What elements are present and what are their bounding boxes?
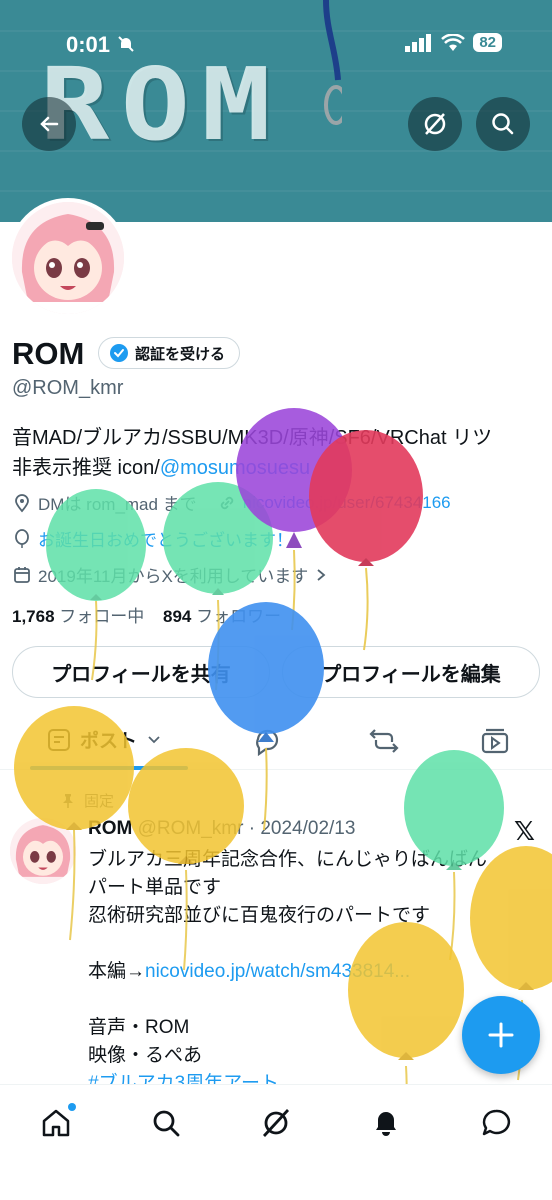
post-author-name[interactable]: ROM (88, 818, 132, 839)
bio-line-2: 非表示推奨 icon/ (12, 457, 160, 479)
birthday-text[interactable]: お誕生日おめでとうございます！ (38, 526, 293, 551)
back-arrow-icon (40, 116, 59, 132)
post-video-link[interactable]: nicovideo.jp/watch/sm433814... (145, 961, 410, 982)
post-line-1: ブルアカ三周年記念合作、にんじゃりばんばん (88, 849, 488, 870)
search-icon (492, 113, 514, 135)
battery-indicator: 82 (473, 33, 502, 52)
tab-active-indicator (30, 766, 188, 770)
meta-row-birthday: お誕生日おめでとうございます！ (12, 526, 293, 551)
pinned-label: 固定 (60, 790, 114, 811)
home-icon (42, 1109, 70, 1137)
followers-link[interactable]: 894 フォロワー (163, 607, 281, 626)
signal-icon (405, 33, 432, 52)
messages-icon (482, 1109, 511, 1136)
home-notification-dot (68, 1103, 76, 1111)
following-label: フォロー中 (59, 607, 145, 626)
status-indicators: 82 (405, 33, 502, 52)
tab-reposts[interactable] (368, 726, 400, 756)
post-handle-date: @ROM_kmr · 2024/02/13 (137, 818, 356, 839)
post-avatar[interactable] (10, 818, 76, 884)
search-button[interactable] (476, 97, 530, 151)
status-bar: 0:01 82 (0, 0, 552, 90)
get-verified-label: 認証を受ける (135, 345, 226, 363)
grok-icon (262, 1109, 290, 1137)
status-time: 0:01 (66, 32, 111, 57)
compose-post-button[interactable] (462, 996, 540, 1074)
following-count: 1,768 (12, 607, 55, 626)
nav-messages[interactable] (476, 1103, 516, 1143)
grok-icon (424, 113, 446, 135)
meta-row-joined[interactable]: 2019年11月からXを利用しています (12, 562, 328, 587)
location-icon (15, 493, 29, 512)
wifi-icon (441, 33, 466, 51)
location-text: DMは rom_mad まで (38, 495, 197, 514)
bell-muted-icon (118, 36, 134, 52)
back-button[interactable] (22, 97, 76, 151)
search-icon (153, 1110, 180, 1137)
repost-icon (369, 729, 399, 753)
profile-handle: @ROM_kmr (12, 377, 124, 399)
tab-posts[interactable]: ポスト (46, 726, 163, 753)
bio-mention-link[interactable]: @mosumosuesu (160, 457, 310, 479)
post-header: ROM @ROM_kmr · 2024/02/13 (88, 818, 355, 840)
pin-icon (63, 793, 73, 808)
grok-button[interactable] (408, 97, 462, 151)
joined-text: 2019年11月からXを利用しています (38, 567, 309, 586)
tab-posts-label: ポスト (80, 731, 138, 752)
bell-icon (376, 1112, 396, 1136)
plus-icon (488, 1022, 514, 1048)
profile-tabs: ポスト (0, 712, 552, 770)
posts-icon (48, 728, 70, 751)
x-logo-icon: 𝕏 (514, 816, 535, 846)
tab-replies[interactable] (252, 726, 282, 756)
calendar-icon (14, 566, 30, 583)
post-line-3: 忍術研究部並びに百鬼夜行のパートです (88, 905, 431, 926)
chevron-right-icon (317, 568, 326, 581)
nav-notifications[interactable] (366, 1103, 406, 1143)
link-icon (220, 496, 233, 509)
post-line-4-prefix: 本編→ (88, 961, 146, 982)
following-link[interactable]: 1,768 フォロー中 (12, 607, 144, 626)
nav-grok[interactable] (256, 1103, 296, 1143)
share-profile-button[interactable]: プロフィールを共有 (12, 646, 270, 698)
bio-line-1: 音MAD/ブルアカ/SSBU/MK3D/原神/SF6/VRChat リツ (12, 427, 493, 449)
verified-badge-icon (110, 344, 128, 362)
profile-name: ROM (12, 336, 85, 371)
profile-avatar[interactable] (8, 198, 128, 318)
edit-profile-button[interactable]: プロフィールを編集 (282, 646, 540, 698)
post-avatar-illustration (10, 818, 76, 884)
bottom-navigation (0, 1084, 552, 1200)
post-line-2: パート単品です (88, 877, 222, 898)
nav-search[interactable] (146, 1103, 186, 1143)
get-verified-button[interactable]: 認証を受ける (98, 337, 241, 369)
followers-label: フォロワー (196, 607, 282, 626)
avatar-illustration (12, 202, 124, 314)
chevron-down-icon (148, 735, 160, 743)
follow-stats: 1,768 フォロー中 894 フォロワー (12, 602, 281, 627)
reply-icon (256, 729, 279, 756)
tab-media[interactable] (480, 726, 510, 756)
profile-bio: 音MAD/ブルアカ/SSBU/MK3D/原神/SF6/VRChat リツ 非表示… (12, 423, 542, 483)
media-icon (481, 728, 509, 754)
meta-row-location: DMは rom_mad まで nicovideo.jp/user/6743416… (12, 490, 451, 515)
followers-count: 894 (163, 607, 192, 626)
nav-home[interactable] (36, 1103, 76, 1143)
balloon-icon (15, 528, 29, 548)
pinned-text: 固定 (84, 793, 115, 810)
website-link[interactable]: nicovideo.jp/user/67434166 (243, 493, 451, 513)
